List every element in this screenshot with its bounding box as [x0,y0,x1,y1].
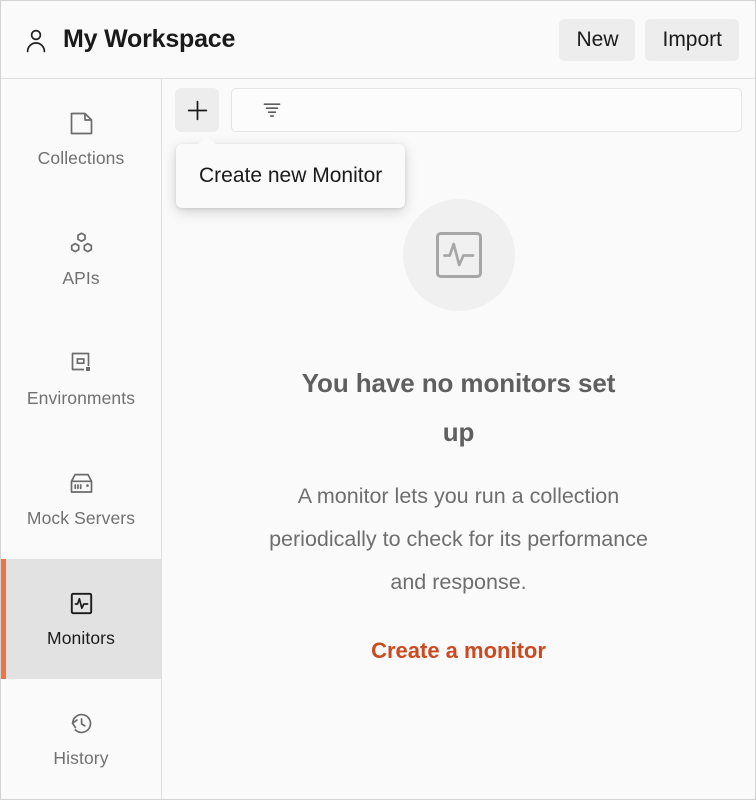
new-button[interactable]: New [559,18,636,61]
mock-servers-icon [68,470,95,497]
import-button[interactable]: Import [645,18,739,61]
empty-state-title: You have no monitors set up [301,368,616,447]
user-icon [23,27,49,53]
sidebar-item-monitors[interactable]: Monitors [1,559,161,679]
sidebar-item-label: History [53,747,109,768]
sidebar-item-mock-servers[interactable]: Mock Servers [1,439,161,559]
header-actions: New Import [559,18,739,61]
history-icon [68,710,95,737]
empty-state-icon-circle [402,199,515,311]
main-content: Create new Monitor You have no monitors … [162,79,755,799]
sidebar-item-label: Environments [26,387,136,408]
create-monitor-tooltip: Create new Monitor [176,136,406,208]
monitor-pulse-icon [431,227,487,283]
sidebar: Collections APIs Environments Mock Serve… [1,79,162,799]
monitors-empty-state: You have no monitors set up A monitor le… [162,141,755,799]
empty-state-description: A monitor lets you run a collection peri… [269,483,648,594]
filter-input[interactable] [231,88,742,132]
sidebar-item-history[interactable]: History [1,679,161,799]
environments-icon [68,350,95,377]
apis-icon [68,230,95,257]
plus-icon [186,99,209,122]
app-body: Collections APIs Environments Mock Serve… [1,79,755,799]
sidebar-item-label: APIs [62,267,100,288]
collections-icon [68,110,95,137]
create-a-monitor-link[interactable]: Create a monitor [371,638,546,664]
filter-icon [261,99,283,121]
sidebar-item-label: Collections [37,147,125,168]
monitors-icon [68,590,95,617]
create-new-monitor-button[interactable] [175,88,219,132]
sidebar-item-apis[interactable]: APIs [1,199,161,319]
sidebar-item-label: Monitors [47,627,115,648]
app-header: My Workspace New Import [1,1,755,79]
page-title: My Workspace [63,25,236,53]
sidebar-item-label: Mock Servers [26,507,136,528]
monitors-toolbar [162,79,755,141]
sidebar-item-collections[interactable]: Collections [1,79,161,199]
tooltip-text: Create new Monitor [199,164,383,187]
postman-app-window: My Workspace New Import Collections APIs… [0,0,756,800]
sidebar-item-environments[interactable]: Environments [1,319,161,439]
workspace-identity[interactable]: My Workspace [23,25,235,54]
